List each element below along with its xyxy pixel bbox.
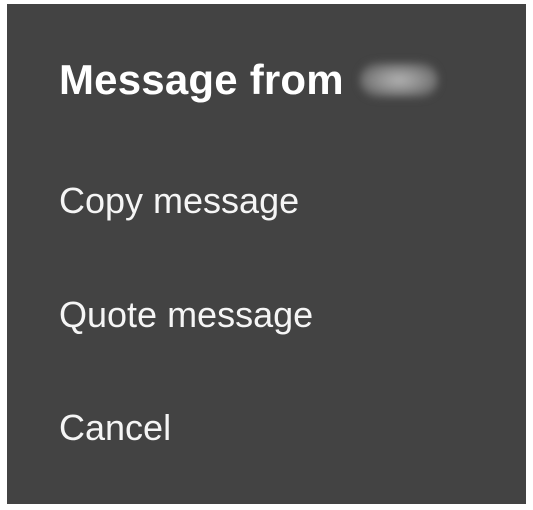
copy-message-menu-item[interactable]: Copy message <box>7 161 526 241</box>
redacted-sender-name <box>359 63 438 97</box>
message-options-dialog: Message from Copy message Quote message … <box>7 4 526 504</box>
dialog-header: Message from <box>59 52 438 108</box>
dialog-title: Message from <box>59 56 344 103</box>
quote-message-menu-item[interactable]: Quote message <box>7 275 526 355</box>
cancel-menu-item[interactable]: Cancel <box>7 388 526 468</box>
